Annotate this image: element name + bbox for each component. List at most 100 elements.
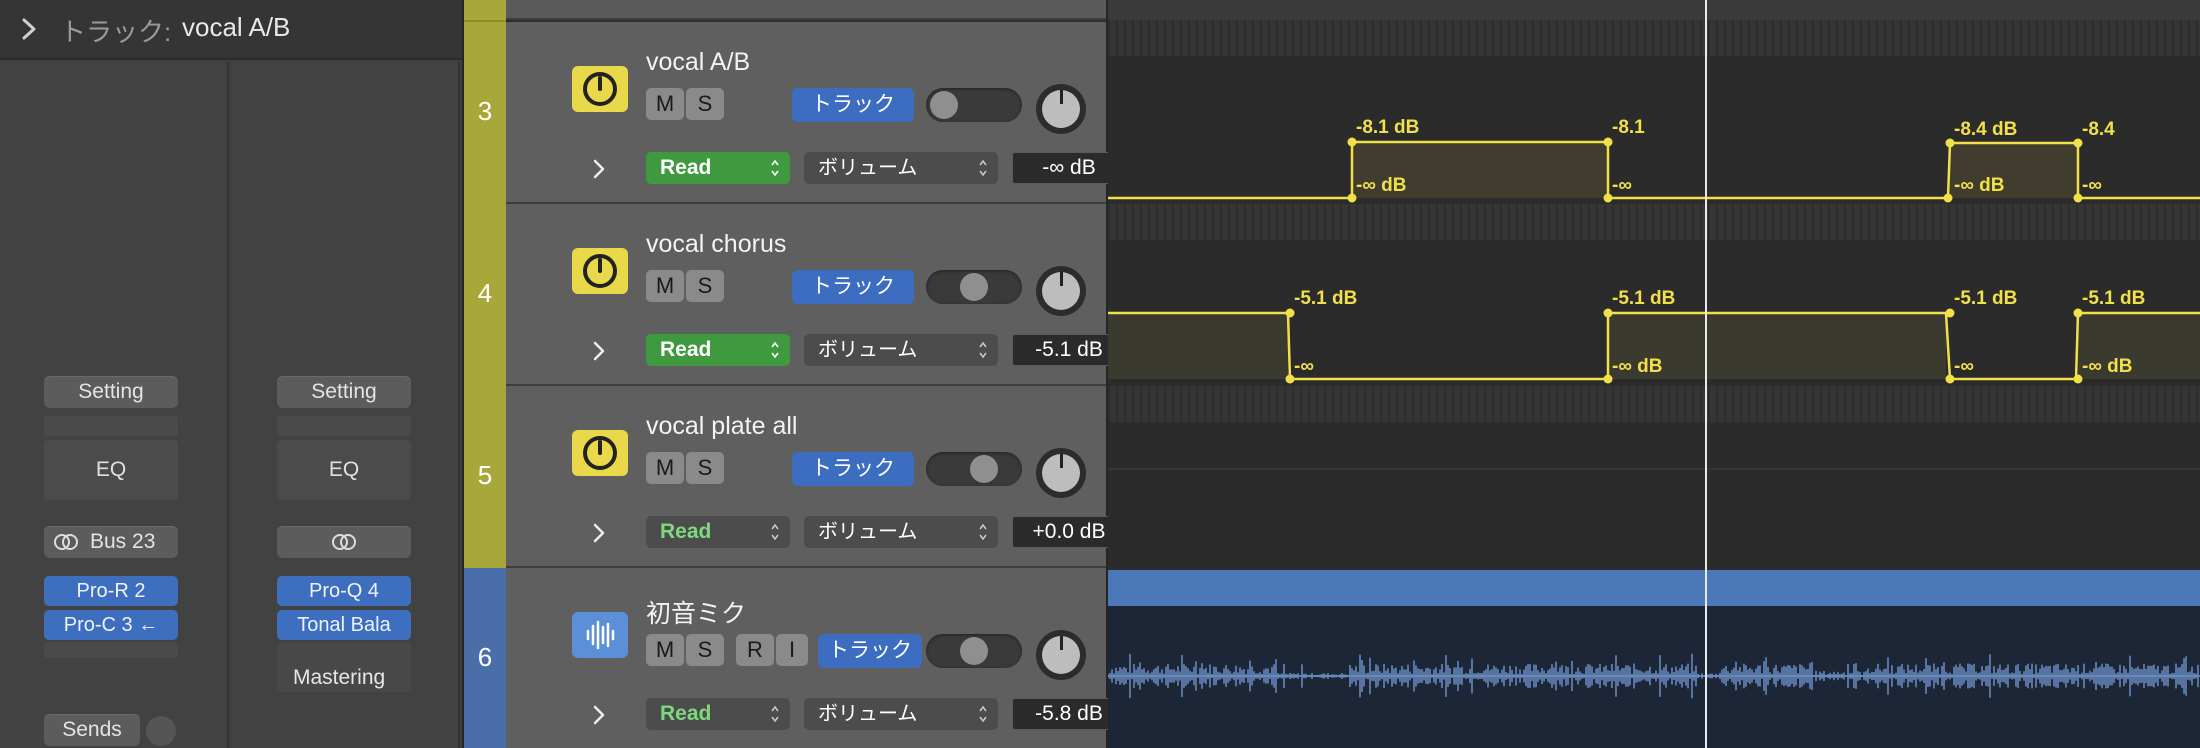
mute-button[interactable]: M <box>646 88 684 120</box>
track-on-toggle[interactable] <box>926 452 1022 486</box>
volume-knob[interactable] <box>1036 630 1086 680</box>
disclosure-chevron-icon[interactable] <box>18 14 40 44</box>
volume-knob[interactable] <box>1036 448 1086 498</box>
automation-track-button[interactable]: トラック <box>792 452 914 486</box>
arrange-area[interactable]: -8.1 dB -∞ dB -8.1 -∞ -8.4 dB -∞ dB -8.4… <box>1108 0 2200 748</box>
automation-label: -∞ dB <box>2082 356 2132 377</box>
audio-region-header[interactable] <box>1108 570 2200 606</box>
solo-button[interactable]: S <box>686 634 724 666</box>
channel-strip-track: Setting EQ Bus 23 Pro-R 2 Pro-C 3 ← Send… <box>0 62 229 748</box>
inspector-track-name: vocal A/B <box>182 12 291 42</box>
mute-button[interactable]: M <box>646 634 684 666</box>
input-button[interactable]: Bus 23 <box>44 526 178 558</box>
track-number: 3 <box>477 96 493 126</box>
mute-button[interactable]: M <box>646 452 684 484</box>
mastering-label: Mastering <box>293 666 386 689</box>
automation-label: -5.1 dB <box>2082 288 2145 309</box>
updown-icon <box>979 341 987 359</box>
updown-icon <box>771 705 779 723</box>
track-on-toggle[interactable] <box>926 270 1022 304</box>
automation-track-button[interactable]: トラック <box>818 634 922 668</box>
setting-button[interactable]: Setting <box>44 376 178 408</box>
track-5-automation-lane[interactable] <box>1108 422 2200 568</box>
updown-icon <box>979 159 987 177</box>
inspector-panel: トラック: vocal A/B Setting EQ Bus 23 Pro-R … <box>0 0 462 748</box>
updown-icon <box>979 523 987 541</box>
automation-parameter-select[interactable]: ボリューム <box>804 152 998 184</box>
knob-icon <box>583 254 617 288</box>
track-name[interactable]: vocal A/B <box>646 48 750 77</box>
updown-icon <box>979 705 987 723</box>
track-3-region-strip <box>1108 20 2200 56</box>
input-label: Bus 23 <box>90 530 156 553</box>
disclosure-chevron-icon[interactable] <box>592 340 606 362</box>
updown-icon <box>771 341 779 359</box>
automation-mode-select[interactable]: Read <box>646 334 790 366</box>
track-number: 5 <box>477 460 493 490</box>
volume-knob[interactable] <box>1036 266 1086 316</box>
stereo-link-icon <box>332 534 356 550</box>
disclosure-chevron-icon[interactable] <box>592 158 606 180</box>
track-header-5[interactable]: vocal plate all M S トラック Read ボリューム +0.0… <box>506 386 1126 568</box>
automation-parameter-select[interactable]: ボリューム <box>804 698 998 730</box>
track-icon[interactable] <box>572 430 628 476</box>
input-monitoring-button[interactable]: I <box>776 634 808 666</box>
stereo-link-icon <box>54 534 78 550</box>
automation-parameter-select[interactable]: ボリューム <box>804 516 998 548</box>
input-button[interactable] <box>277 526 411 558</box>
plugin-slot-2[interactable]: Tonal Bala <box>277 610 411 640</box>
solo-button[interactable]: S <box>686 452 724 484</box>
mute-button[interactable]: M <box>646 270 684 302</box>
automation-label: -∞ <box>1954 356 1974 377</box>
eq-display[interactable]: EQ <box>277 440 411 500</box>
automation-track-button[interactable]: トラック <box>792 88 914 122</box>
plugin-slot-1[interactable]: Pro-Q 4 <box>277 576 411 606</box>
track-on-toggle[interactable] <box>926 634 1022 668</box>
track-4-region-strip <box>1108 204 2200 240</box>
knob-icon <box>583 436 617 470</box>
track-header-4[interactable]: vocal chorus M S トラック Read ボリューム -5.1 dB <box>506 204 1126 386</box>
solo-button[interactable]: S <box>686 270 724 302</box>
send-knob[interactable] <box>146 716 176 746</box>
updown-icon <box>771 159 779 177</box>
automation-label: -8.1 dB <box>1356 117 1419 138</box>
automation-parameter-select[interactable]: ボリューム <box>804 334 998 366</box>
track-name[interactable]: vocal chorus <box>646 230 786 259</box>
gain-reduction-slot <box>44 416 178 436</box>
record-enable-button[interactable]: R <box>736 634 774 666</box>
automation-label: -∞ <box>2082 175 2102 196</box>
track-header-3[interactable]: vocal A/B M S トラック Read ボリューム -∞ dB <box>506 22 1126 204</box>
automation-mode-select[interactable]: Read <box>646 152 790 184</box>
setting-button[interactable]: Setting <box>277 376 411 408</box>
plugin-slot-1[interactable]: Pro-R 2 <box>44 576 178 606</box>
empty-plugin-slot[interactable] <box>44 642 178 658</box>
automation-label: -∞ <box>1294 356 1314 377</box>
automation-label: -∞ dB <box>1612 356 1662 377</box>
track-header-6[interactable]: 初音ミク M S R I トラック Read ボリューム -5.8 dB <box>506 568 1126 748</box>
automation-mode-select[interactable]: Read <box>646 516 790 548</box>
volume-knob[interactable] <box>1036 84 1086 134</box>
track-name[interactable]: vocal plate all <box>646 412 797 441</box>
automation-label: -8.1 <box>1612 117 1645 138</box>
sends-button[interactable]: Sends <box>44 714 140 746</box>
region-header-strip <box>1108 0 2200 20</box>
previous-track-edge <box>506 0 1106 20</box>
automation-track-button[interactable]: トラック <box>792 270 914 304</box>
track-on-toggle[interactable] <box>926 88 1022 122</box>
track-name[interactable]: 初音ミク <box>646 594 746 630</box>
gain-reduction-slot <box>277 416 411 436</box>
disclosure-chevron-icon[interactable] <box>592 522 606 544</box>
track-icon[interactable] <box>572 248 628 294</box>
track-number: 4 <box>477 278 493 308</box>
inspector-title-label: トラック: <box>60 17 172 47</box>
disclosure-chevron-icon[interactable] <box>592 704 606 726</box>
automation-label: -∞ <box>1612 175 1632 196</box>
solo-button[interactable]: S <box>686 88 724 120</box>
automation-mode-select[interactable]: Read <box>646 698 790 730</box>
inspector-header[interactable]: トラック: vocal A/B <box>0 0 462 60</box>
plugin-slot-2[interactable]: Pro-C 3 ← <box>44 610 178 640</box>
automation-label: -∞ dB <box>1356 175 1406 196</box>
eq-display[interactable]: EQ <box>44 440 178 500</box>
track-icon[interactable] <box>572 66 628 112</box>
track-icon[interactable] <box>572 612 628 658</box>
